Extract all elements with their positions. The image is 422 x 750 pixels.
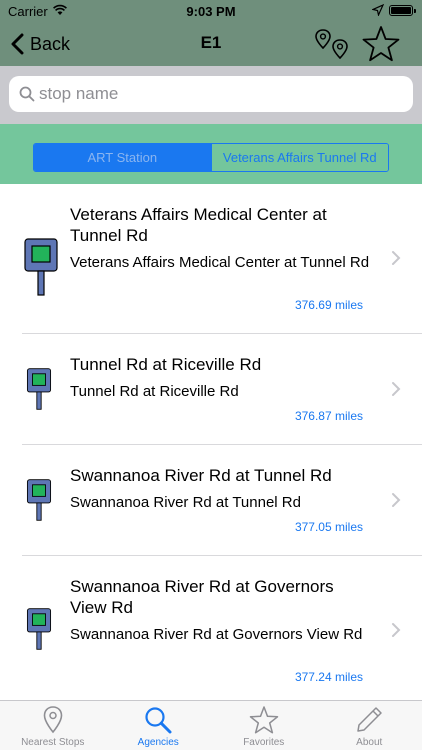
stop-title: Tunnel Rd at Riceville Rd [70, 355, 262, 374]
page-title: E1 [200, 33, 222, 52]
tab-label: Nearest Stops [21, 737, 85, 748]
tab-label: Agencies [137, 737, 179, 748]
tab-agencies[interactable]: Agencies [106, 701, 212, 750]
list-item[interactable]: Swannanoa River Rd at Governors View Rd … [0, 556, 422, 700]
search-input[interactable] [39, 76, 399, 112]
stop-distance: 376.69 miles [294, 298, 363, 312]
tab-label: About [356, 737, 383, 748]
search-field [9, 76, 413, 112]
map-pins-icon[interactable] [312, 26, 350, 62]
battery-icon [389, 5, 416, 16]
tab-favorites[interactable]: Favorites [211, 701, 317, 750]
location-pin-icon [43, 706, 63, 734]
location-arrow-icon [372, 4, 384, 16]
bus-stop-sign-icon [26, 479, 52, 521]
chevron-right-icon [392, 251, 401, 265]
tab-about[interactable]: About [317, 701, 422, 750]
chevron-right-icon [392, 623, 401, 637]
segment-veterans-affairs[interactable]: Veterans Affairs Tunnel Rd [210, 144, 388, 171]
stop-subtitle: Veterans Affairs Medical Center at Tunne… [70, 254, 370, 271]
stop-title: Veterans Affairs Medical Center at Tunne… [70, 205, 327, 245]
stop-distance: 376.87 miles [294, 409, 363, 423]
navigation-bar: Carrier 9:03 PM Back E1 [0, 0, 422, 66]
chevron-right-icon [392, 493, 401, 507]
nav-row: Back E1 [0, 22, 422, 66]
bus-stop-sign-icon [24, 238, 58, 296]
stop-subtitle: Swannanoa River Rd at Tunnel Rd [70, 494, 301, 511]
search-icon [19, 86, 35, 102]
stop-distance: 377.05 miles [294, 520, 363, 534]
star-icon [249, 706, 278, 734]
stop-title: Swannanoa River Rd at Governors View Rd [70, 577, 334, 617]
clock: 9:03 PM [186, 4, 236, 19]
tab-nearest-stops[interactable]: Nearest Stops [0, 701, 106, 750]
segment-art-station[interactable]: ART Station [34, 144, 211, 171]
search-bar [0, 66, 422, 124]
list-item[interactable]: Veterans Affairs Medical Center at Tunne… [0, 184, 422, 334]
tab-label: Favorites [243, 737, 285, 748]
status-bar: Carrier 9:03 PM [0, 0, 422, 22]
list-item[interactable]: Tunnel Rd at Riceville Rd Tunnel Rd at R… [0, 334, 422, 445]
pencil-icon [357, 707, 382, 732]
stop-title: Swannanoa River Rd at Tunnel Rd [70, 466, 332, 485]
magnifier-icon [145, 707, 172, 734]
direction-segmented-control: ART Station Veterans Affairs Tunnel Rd [33, 143, 389, 172]
stop-subtitle: Tunnel Rd at Riceville Rd [70, 383, 239, 400]
stop-distance: 377.24 miles [294, 670, 363, 684]
chevron-right-icon [392, 382, 401, 396]
tab-bar: Nearest Stops Agencies Favorites About [0, 700, 422, 750]
bus-stop-sign-icon [26, 368, 52, 410]
direction-selector-bar: ART Station Veterans Affairs Tunnel Rd [0, 124, 422, 184]
list-item[interactable]: Swannanoa River Rd at Tunnel Rd Swannano… [0, 445, 422, 556]
favorite-star-icon[interactable] [362, 25, 400, 63]
bus-stop-sign-icon [26, 608, 52, 650]
stop-subtitle: Swannanoa River Rd at Governors View Rd [70, 626, 363, 643]
